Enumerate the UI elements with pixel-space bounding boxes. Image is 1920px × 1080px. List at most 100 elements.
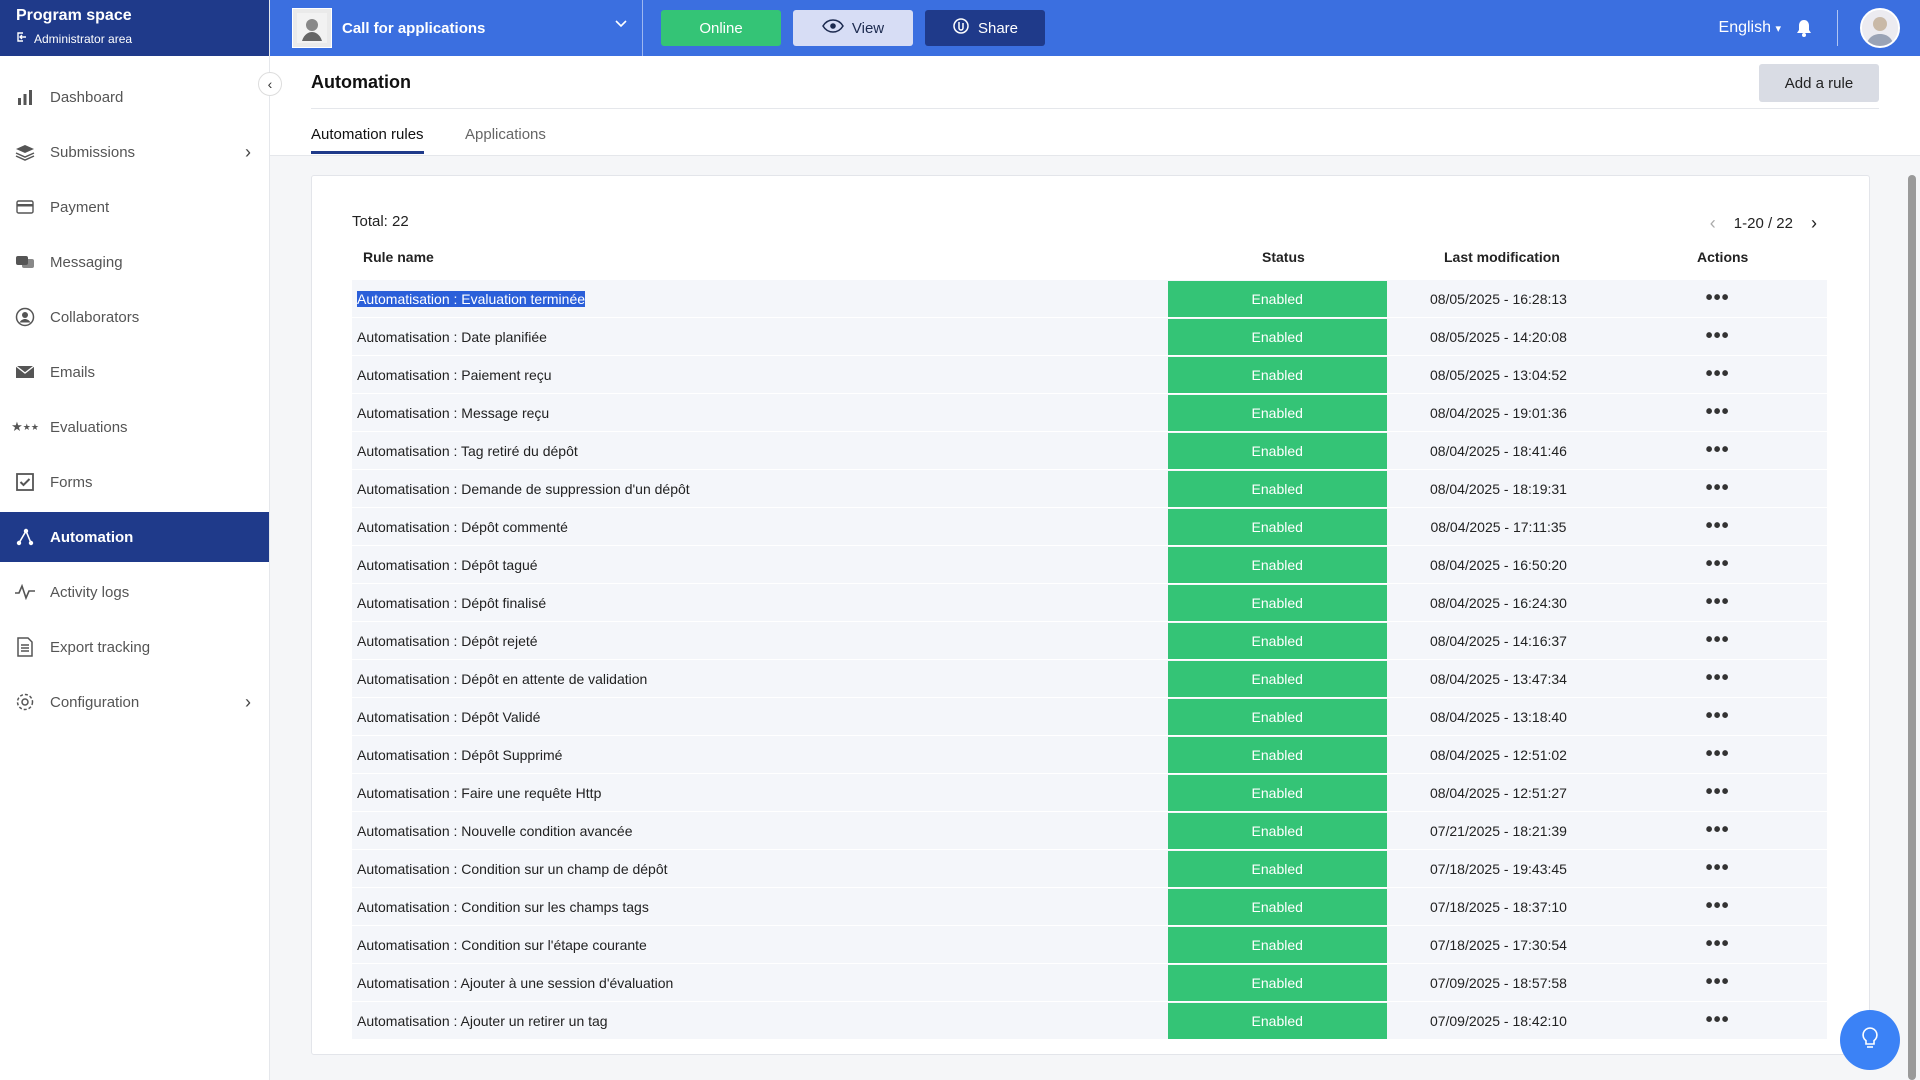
table-row[interactable]: Automatisation : Dépôt en attente de val… [352,660,1827,698]
table-row[interactable]: Automatisation : Date planifiée Enabled 08… [352,318,1827,356]
more-actions-icon[interactable]: ••• [1608,629,1827,652]
table-row[interactable]: Automatisation : Tag retiré du dépôt Enab… [352,432,1827,470]
tab-automation-rules[interactable]: Automation rules [311,126,424,154]
last-modification-cell: 08/04/2025 - 18:41:46 [1429,442,1567,459]
divider [270,155,1920,156]
rule-name-cell[interactable]: Automatisation : Dépôt rejeté [352,633,1168,649]
sidebar-item-label: Dashboard [50,88,124,106]
more-actions-icon[interactable]: ••• [1608,363,1827,386]
chevron-left-icon[interactable]: ‹ [1710,213,1716,234]
rule-name-cell[interactable]: Automatisation : Ajouter un retirer un t… [352,1013,1168,1029]
sidebar-item-automation[interactable]: Automation [0,512,269,562]
more-actions-icon[interactable]: ••• [1608,591,1827,614]
more-actions-icon[interactable]: ••• [1608,819,1827,842]
sidebar-item-dashboard[interactable]: Dashboard [0,72,269,122]
rule-name-cell[interactable]: Automatisation : Dépôt tagué [352,557,1168,573]
rule-name-cell[interactable]: Automatisation : Evaluation terminée [352,290,1168,307]
sidebar-item-emails[interactable]: Emails [0,347,269,397]
table-row[interactable]: Automatisation : Message reçu Enabled 08/0… [352,394,1827,432]
table-row[interactable]: Automatisation : Dépôt tagué Enabled 08/04… [352,546,1827,584]
table-row[interactable]: Automatisation : Faire une requête Http E… [352,774,1827,812]
more-actions-icon[interactable]: ••• [1608,1009,1827,1032]
rule-name-cell[interactable]: Automatisation : Nouvelle condition avan… [352,823,1168,839]
more-actions-icon[interactable]: ••• [1608,971,1827,994]
table-row[interactable]: Automatisation : Condition sur les champ… [352,888,1827,926]
table-row[interactable]: Automatisation : Evaluation terminée Enab… [352,280,1827,318]
more-actions-icon[interactable]: ••• [1608,515,1827,538]
more-actions-icon[interactable]: ••• [1608,667,1827,690]
sidebar-item-payment[interactable]: Payment [0,182,269,232]
rule-name-cell[interactable]: Automatisation : Demande de suppression … [352,481,1168,497]
sidebar-item-activity-logs[interactable]: Activity logs [0,567,269,617]
table-row[interactable]: Automatisation : Dépôt finalisé Enabled 08… [352,584,1827,622]
collapse-sidebar-button[interactable]: ‹ [258,72,282,96]
table-row[interactable]: Automatisation : Dépôt commenté Enabled 08… [352,508,1827,546]
column-header-status[interactable]: Status [1262,249,1305,265]
table-row[interactable]: Automatisation : Dépôt Supprimé Enabled 08… [352,736,1827,774]
more-actions-icon[interactable]: ••• [1608,743,1827,766]
more-actions-icon[interactable]: ••• [1608,553,1827,576]
more-actions-icon[interactable]: ••• [1608,781,1827,804]
more-actions-icon[interactable]: ••• [1608,933,1827,956]
more-actions-icon[interactable]: ••• [1608,401,1827,424]
more-actions-icon[interactable]: ••• [1608,477,1827,500]
rule-name-cell[interactable]: Automatisation : Condition sur un champ … [352,861,1168,877]
add-rule-button[interactable]: Add a rule [1759,64,1879,102]
table-row[interactable]: Automatisation : Dépôt rejeté Enabled 08/0… [352,622,1827,660]
more-actions-icon[interactable]: ••• [1608,705,1827,728]
rule-name-cell[interactable]: Automatisation : Date planifiée [352,329,1168,345]
sidebar-item-export-tracking[interactable]: Export tracking [0,622,269,672]
avatar[interactable] [1860,8,1900,48]
rule-name-cell[interactable]: Automatisation : Dépôt Validé [352,709,1168,725]
sidebar-item-collaborators[interactable]: Collaborators [0,292,269,342]
table-row[interactable]: Automatisation : Ajouter à une session d… [352,964,1827,1002]
rule-name-cell[interactable]: Automatisation : Condition sur l'étape c… [352,937,1168,953]
vertical-scrollbar[interactable] [1908,175,1916,1080]
admin-area-link[interactable]: Administrator area [16,30,253,48]
column-header-rule-name[interactable]: Rule name [363,249,434,265]
bell-icon[interactable] [1795,18,1813,38]
program-selector[interactable]: Call for applications [270,0,643,56]
sidebar-item-submissions[interactable]: Submissions › [0,127,269,177]
tab-applications[interactable]: Applications [465,126,546,151]
more-actions-icon[interactable]: ••• [1608,439,1827,462]
online-button[interactable]: Online [661,10,781,46]
sidebar-item-forms[interactable]: Forms [0,457,269,507]
sidebar: Program space Administrator area Dashboa… [0,0,270,1080]
more-actions-icon[interactable]: ••• [1608,895,1827,918]
table-row[interactable]: Automatisation : Condition sur un champ … [352,850,1827,888]
table-row[interactable]: Automatisation : Paiement reçu Enabled 08/… [352,356,1827,394]
rule-name-cell[interactable]: Automatisation : Tag retiré du dépôt [352,443,1168,459]
rule-name-cell[interactable]: Automatisation : Condition sur les champ… [352,899,1168,915]
rule-name-cell[interactable]: Automatisation : Dépôt finalisé [352,595,1168,611]
rule-name-cell[interactable]: Automatisation : Message reçu [352,405,1168,421]
table-row[interactable]: Automatisation : Ajouter un retirer un t… [352,1002,1827,1040]
status-badge: Enabled [1167,470,1387,507]
language-selector[interactable]: English ▾ [1719,19,1781,37]
column-header-last-modification[interactable]: Last modification [1444,249,1560,265]
more-actions-icon[interactable]: ••• [1608,287,1827,310]
rule-name-cell[interactable]: Automatisation : Dépôt en attente de val… [352,671,1168,687]
rule-name-cell[interactable]: Automatisation : Faire une requête Http [352,785,1168,801]
more-actions-icon[interactable]: ••• [1608,857,1827,880]
table-row[interactable]: Automatisation : Condition sur l'étape c… [352,926,1827,964]
divider [1837,10,1838,46]
rule-name-cell[interactable]: Automatisation : Ajouter à une session d… [352,975,1168,991]
rule-name: Automatisation : Condition sur un champ … [357,860,668,877]
sidebar-item-configuration[interactable]: Configuration › [0,677,269,727]
table-row[interactable]: Automatisation : Nouvelle condition avan… [352,812,1827,850]
rule-name: Automatisation : Ajouter un retirer un t… [357,1012,608,1029]
rule-name-cell[interactable]: Automatisation : Dépôt Supprimé [352,747,1168,763]
sidebar-item-messaging[interactable]: Messaging [0,237,269,287]
share-button[interactable]: Share [925,10,1045,46]
help-fab-button[interactable] [1840,1010,1900,1070]
table-row[interactable]: Automatisation : Dépôt Validé Enabled 08/0… [352,698,1827,736]
rule-name-cell[interactable]: Automatisation : Dépôt commenté [352,519,1168,535]
chevron-right-icon[interactable]: › [1811,213,1817,234]
table-row[interactable]: Automatisation : Demande de suppression … [352,470,1827,508]
rule-name-cell[interactable]: Automatisation : Paiement reçu [352,367,1168,383]
view-button[interactable]: View [793,10,913,46]
sidebar-item-evaluations[interactable]: ★ ★★ Evaluations [0,402,269,452]
more-actions-icon[interactable]: ••• [1608,325,1827,348]
last-modification-cell: 07/18/2025 - 17:30:54 [1429,936,1567,953]
